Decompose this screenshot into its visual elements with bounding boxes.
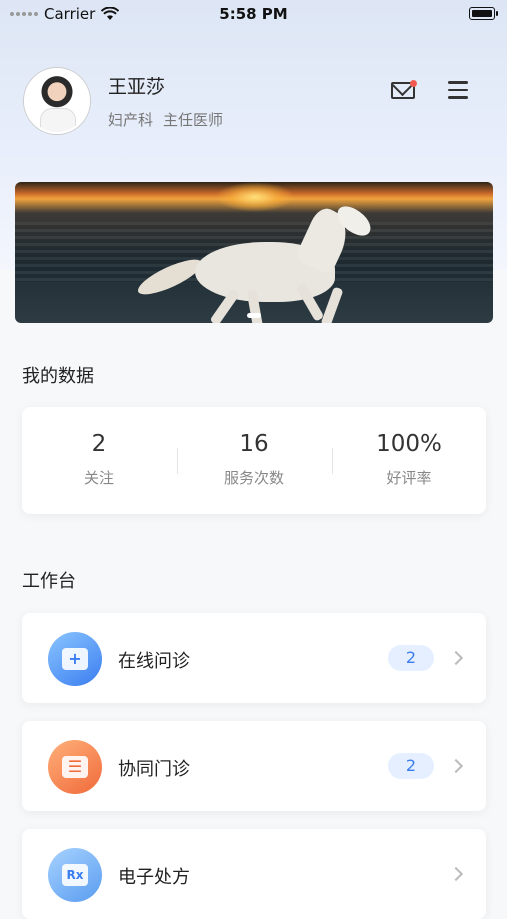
rank-label: 主任医师 — [163, 111, 224, 129]
stat-value: 16 — [239, 431, 269, 457]
prescription-rx-icon: Rx — [48, 848, 102, 902]
stat-label: 好评率 — [386, 469, 432, 487]
count-badge: 2 — [388, 753, 434, 779]
work-item-e-prescription[interactable]: Rx 电子处方 — [22, 829, 486, 919]
stat-rating[interactable]: 100% 好评率 — [332, 431, 486, 488]
rx-glyph: Rx — [62, 864, 88, 886]
work-item-label: 协同门诊 — [118, 759, 190, 780]
work-item-label: 电子处方 — [118, 867, 190, 888]
clock: 5:58 PM — [219, 5, 288, 23]
avatar[interactable] — [24, 68, 90, 134]
stat-label: 关注 — [83, 469, 114, 487]
department-label: 妇产科 — [108, 111, 154, 129]
online-consultation-icon: + — [48, 632, 102, 686]
stat-value: 100% — [376, 431, 442, 457]
status-bar: Carrier 5:58 PM — [0, 0, 507, 30]
stat-service-count[interactable]: 16 服务次数 — [177, 431, 331, 488]
message-button[interactable] — [391, 80, 417, 100]
menu-button[interactable] — [448, 81, 468, 99]
doctor-name: 王亚莎 — [108, 76, 166, 98]
stat-value: 2 — [91, 431, 107, 457]
chevron-right-icon — [448, 866, 464, 882]
chevron-right-icon — [448, 650, 464, 666]
carousel-page-indicator[interactable] — [247, 313, 261, 318]
doctor-title: 妇产科 主任医师 — [108, 109, 223, 130]
battery-icon — [469, 7, 498, 20]
stats-card: 2 关注 16 服务次数 100% 好评率 — [22, 407, 486, 514]
banner-sunset — [215, 182, 295, 212]
notification-dot — [410, 80, 417, 87]
banner-carousel[interactable] — [15, 182, 493, 323]
count-badge: 2 — [388, 645, 434, 671]
clinic-monitor-icon: ☰ — [48, 740, 102, 794]
work-item-online-consultation[interactable]: + 在线问诊 2 — [22, 613, 486, 703]
doctor-profile[interactable]: 王亚莎 妇产科 主任医师 — [24, 68, 223, 134]
work-item-label: 在线问诊 — [118, 651, 190, 672]
work-item-collaborative-clinic[interactable]: ☰ 协同门诊 2 — [22, 721, 486, 811]
my-data-heading: 我的数据 — [22, 366, 94, 387]
stat-followers[interactable]: 2 关注 — [22, 431, 176, 488]
stat-label: 服务次数 — [223, 469, 284, 487]
chevron-right-icon — [448, 758, 464, 774]
workbench-heading: 工作台 — [22, 571, 76, 592]
